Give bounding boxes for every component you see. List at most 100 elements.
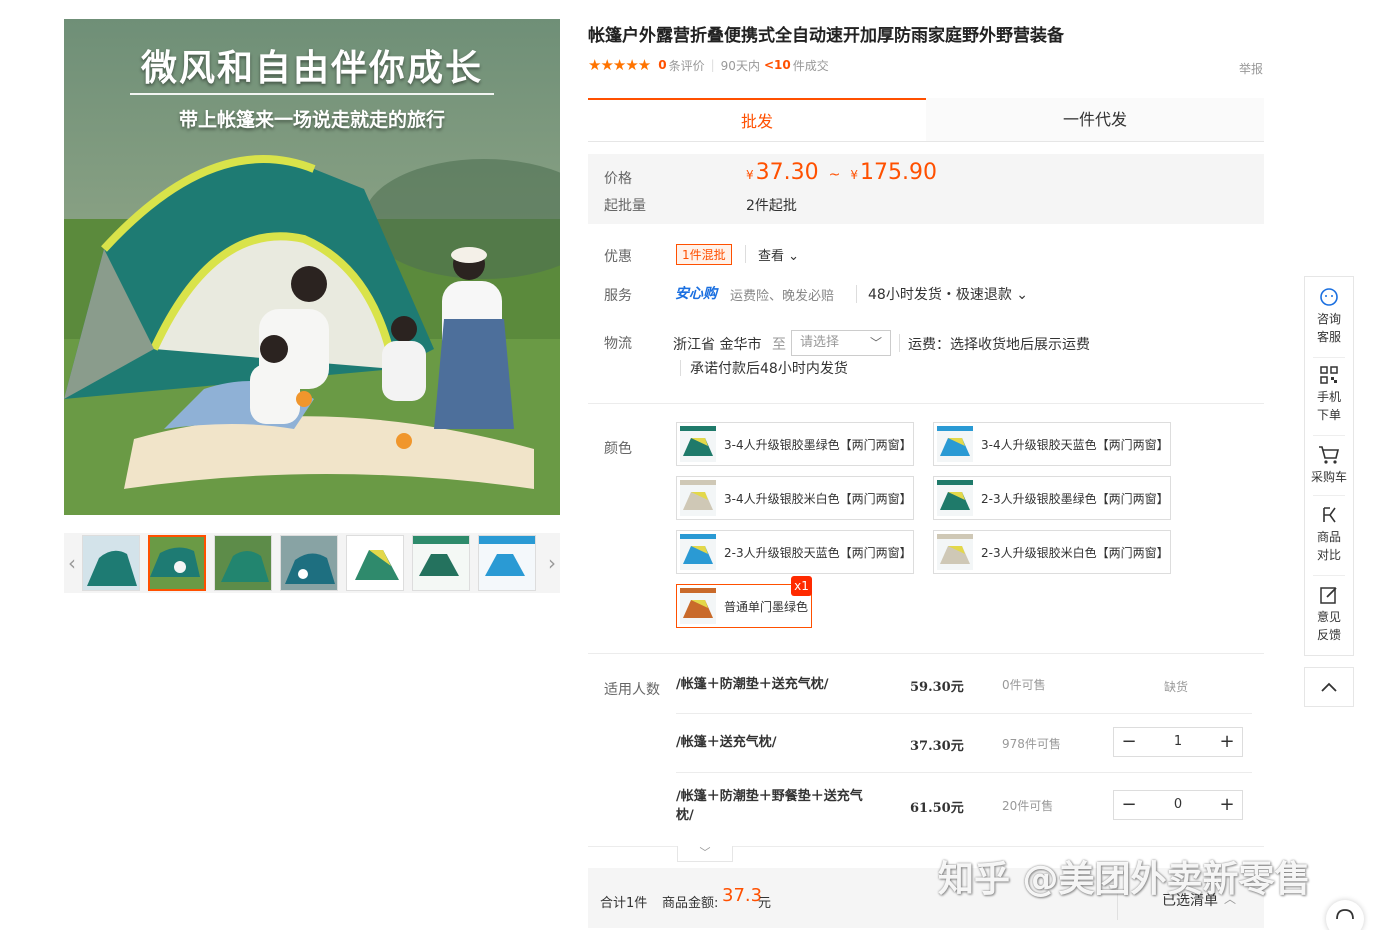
row-divider xyxy=(676,772,1252,773)
mobile-order-label: 手机 下单 xyxy=(1316,390,1341,422)
divider xyxy=(899,334,900,352)
tab-dropship[interactable]: 一件代发 xyxy=(926,98,1264,141)
shipping-guarantee-dropdown[interactable]: 48小时发货・极速退款 ⌄ xyxy=(868,284,1028,304)
color-label: 颜色 xyxy=(604,441,632,457)
service-guarantee-text: 运费险、晚发必赔 xyxy=(730,289,835,304)
thumbnail-strip: ‹ › xyxy=(64,533,560,593)
consult-service-button[interactable]: 咨询 客服 xyxy=(1305,287,1353,346)
color-option-label: 普通单门墨绿色 xyxy=(724,599,809,614)
chevron-left-icon[interactable]: ‹ xyxy=(64,533,80,593)
help-chat-icon[interactable] xyxy=(1326,900,1364,930)
delivery-promise: 承诺付款后48小时内发货 xyxy=(690,361,848,377)
decrement-button[interactable]: − xyxy=(1114,728,1144,756)
review-count[interactable]: 0 xyxy=(658,58,666,72)
section-divider xyxy=(588,653,1264,654)
price-low: 37.30 xyxy=(755,160,819,185)
thumbnail[interactable] xyxy=(82,535,140,591)
ship-to-label: 至 xyxy=(772,337,786,353)
promo-view-dropdown[interactable]: 查看 ⌄ xyxy=(758,245,799,264)
price-range: ¥ 37.30 ~ ¥ 175.90 xyxy=(746,160,937,185)
divider xyxy=(1313,495,1345,496)
color-option[interactable]: 3-4人升级银胶墨绿色【两门两窗】 xyxy=(676,422,914,466)
ship-from: 浙江省 金华市 xyxy=(673,337,762,353)
quantity-input[interactable]: 0 xyxy=(1144,791,1212,819)
side-toolbar: 咨询 客服 手机 下单 采购车 商品 对比 意见 反馈 xyxy=(1304,276,1354,656)
amount-value: 37.3 xyxy=(722,885,763,906)
star-rating-icon: ★★★★★ xyxy=(588,56,651,74)
quantity-input[interactable]: 1 xyxy=(1144,728,1212,756)
sku-name: /帐篷＋送充气枕/ xyxy=(676,735,777,750)
thumbnail[interactable] xyxy=(412,535,470,591)
compare-icon xyxy=(1323,507,1336,523)
back-to-top-button[interactable] xyxy=(1304,667,1354,707)
review-label: 条评价 xyxy=(668,58,705,73)
sku-price: 37.30元 xyxy=(910,739,964,754)
total-count: 合计1件 xyxy=(600,896,648,911)
main-product-image[interactable]: 微风和自由伴你成长 带上帐篷来一场说走就走的旅行 xyxy=(64,19,560,515)
sku-name: /帐篷＋防潮垫＋送充气枕/ xyxy=(676,677,829,692)
divider xyxy=(680,360,681,376)
chevron-right-icon[interactable]: › xyxy=(544,533,560,593)
quantity-stepper: − 0 + xyxy=(1113,790,1243,820)
color-option-label: 2-3人升级银胶天蓝色【两门两窗】 xyxy=(724,545,912,560)
thumbnail[interactable] xyxy=(478,535,536,591)
chat-icon xyxy=(1320,288,1338,306)
decrement-button[interactable]: − xyxy=(1114,791,1144,819)
chevron-up-icon xyxy=(1321,682,1337,692)
color-option-label: 3-4人升级银胶米白色【两门两窗】 xyxy=(724,491,912,506)
color-option[interactable]: 2-3人升级银胶天蓝色【两门两窗】 xyxy=(676,530,914,574)
row-divider xyxy=(676,713,1252,714)
sku-stock: 20件可售 xyxy=(1002,799,1054,813)
watermark: 知乎 @美团外卖新零售 xyxy=(938,859,1311,900)
feedback-button[interactable]: 意见 反馈 xyxy=(1305,585,1353,644)
sales-suffix: 件成交 xyxy=(792,58,829,73)
thumbnail[interactable] xyxy=(214,535,272,591)
chevron-down-icon: ﹀ xyxy=(869,336,882,350)
color-swatch xyxy=(937,426,973,462)
capacity-label: 适用人数 xyxy=(604,682,660,698)
currency-symbol: ¥ xyxy=(746,168,754,182)
color-option-label: 3-4人升级银胶墨绿色【两门两窗】 xyxy=(724,437,912,452)
color-option[interactable]: 3-4人升级银胶天蓝色【两门两窗】 xyxy=(933,422,1171,466)
divider xyxy=(1313,575,1345,576)
region-select[interactable]: 请选择 ﹀ xyxy=(791,330,891,356)
expand-more-icon[interactable]: ﹀ xyxy=(677,846,733,862)
compare-label: 商品 对比 xyxy=(1316,530,1341,562)
increment-button[interactable]: + xyxy=(1212,728,1242,756)
mobile-order-button[interactable]: 手机 下单 xyxy=(1305,365,1353,424)
tab-wholesale[interactable]: 批发 xyxy=(588,98,926,141)
divider xyxy=(1313,357,1345,358)
purchase-mode-tabs: 批发 一件代发 xyxy=(588,98,1264,142)
compare-button[interactable]: 商品 对比 xyxy=(1305,505,1353,564)
color-swatch xyxy=(680,426,716,462)
edit-icon xyxy=(1320,587,1337,604)
color-option[interactable]: 3-4人升级银胶米白色【两门两窗】 xyxy=(676,476,914,520)
color-swatch xyxy=(680,480,716,516)
hero-subtitle: 带上帐篷来一场说走就走的旅行 xyxy=(178,109,445,131)
purchase-cart-button[interactable]: 采购车 xyxy=(1305,445,1353,485)
thumbnail-active[interactable] xyxy=(148,535,206,591)
service-label: 服务 xyxy=(604,288,632,304)
sales-prefix: 90天内 xyxy=(720,58,760,73)
color-swatch xyxy=(937,534,973,570)
sku-price: 61.50元 xyxy=(910,801,964,816)
rating-row: ★★★★★ 0 条评价 | 90天内 <10 件成交 xyxy=(588,56,829,74)
report-link[interactable]: 举报 xyxy=(1239,60,1263,77)
color-option[interactable]: 2-3人升级银胶墨绿色【两门两窗】 xyxy=(933,476,1171,520)
divider: | xyxy=(710,58,715,72)
cart-icon xyxy=(1319,446,1340,464)
currency-symbol: ¥ xyxy=(850,168,858,182)
increment-button[interactable]: + xyxy=(1212,791,1242,819)
sales-count: <10 xyxy=(763,58,791,72)
sku-out-of-stock: 缺货 xyxy=(1164,680,1189,694)
color-option[interactable]: 2-3人升级银胶米白色【两门两窗】 xyxy=(933,530,1171,574)
color-option-label: 3-4人升级银胶天蓝色【两门两窗】 xyxy=(981,437,1169,452)
promo-label: 优惠 xyxy=(604,249,632,265)
headset-icon xyxy=(1336,909,1354,920)
price-high: 175.90 xyxy=(860,160,937,185)
promo-badge: 1件混批 xyxy=(676,244,732,265)
thumbnail[interactable] xyxy=(280,535,338,591)
divider xyxy=(856,285,857,303)
thumbnail[interactable] xyxy=(346,535,404,591)
color-option-label: 2-3人升级银胶米白色【两门两窗】 xyxy=(981,545,1169,560)
